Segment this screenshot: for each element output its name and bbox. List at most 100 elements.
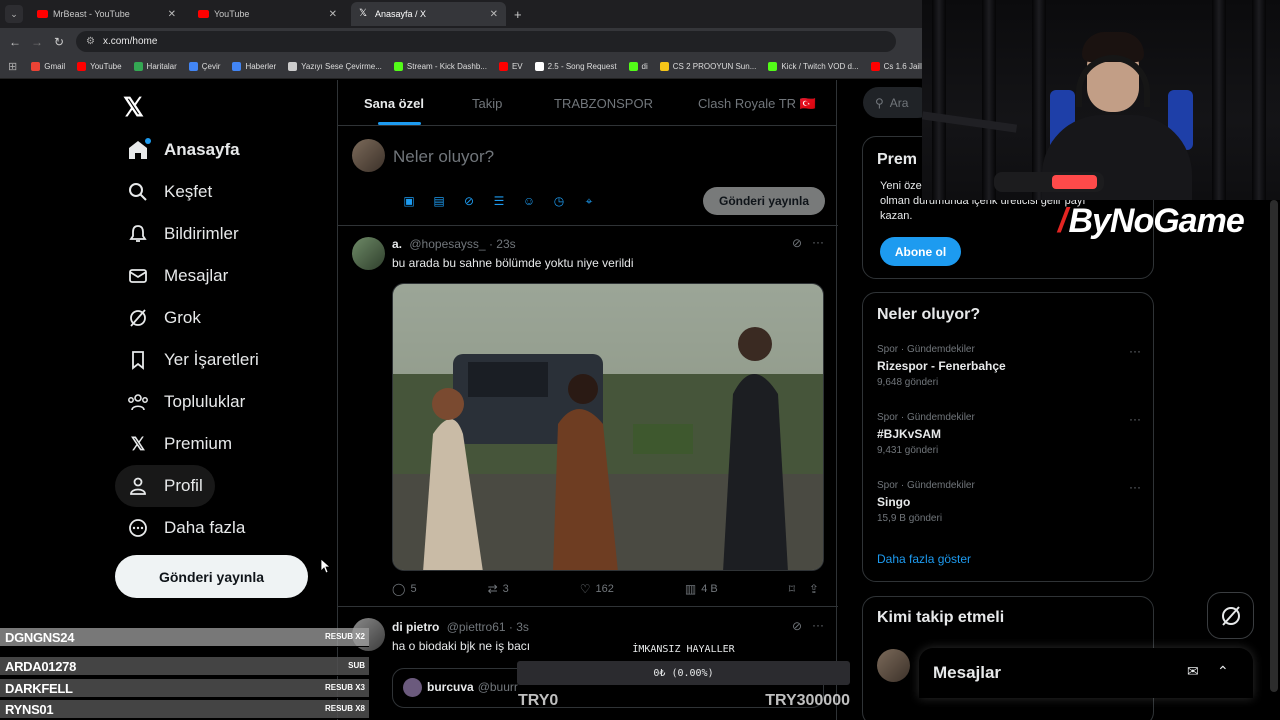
bookmark-item[interactable]: YouTube	[77, 62, 122, 71]
page-scrollbar[interactable]	[1270, 200, 1278, 692]
tweet[interactable]: a. @hopesayss_ · 23s ⊘ ··· bu arada bu s…	[338, 227, 838, 607]
back-icon[interactable]: ←	[4, 35, 26, 49]
bookmark-item[interactable]: Yazıyı Sese Çevirme...	[288, 62, 382, 71]
browser-tab-active[interactable]: 𝕏 Anasayfa / X ✕	[351, 2, 506, 26]
tab-search-button[interactable]: ⌄	[5, 5, 23, 23]
bookmark-label: 2.5 - Song Request	[547, 62, 617, 71]
like-button[interactable]: ♡ 162	[580, 582, 614, 596]
new-message-icon[interactable]: ✉	[1187, 663, 1199, 680]
messages-drawer[interactable]: Mesajlar ✉ ⌃	[919, 648, 1253, 698]
bookmark-favicon-icon	[768, 62, 778, 71]
author-handle[interactable]: @piettro61	[447, 620, 506, 634]
more-options-icon[interactable]: ···	[1129, 480, 1141, 494]
views-button[interactable]: ▥ 4 B	[685, 582, 718, 596]
more-options-icon[interactable]: ···	[812, 235, 824, 249]
trend-meta: Spor · Gündemdekiler	[877, 344, 975, 355]
site-info-icon[interactable]: ⚙	[86, 36, 95, 47]
tweet-image[interactable]	[392, 283, 824, 571]
poll-icon[interactable]: ☰	[484, 194, 514, 209]
gif-icon[interactable]: ▤	[424, 194, 454, 209]
reload-icon[interactable]: ↻	[48, 35, 70, 49]
trend-item[interactable]: Spor · Gündemdekiler #BJKvSAM 9,431 gönd…	[877, 412, 1141, 456]
trend-item[interactable]: Spor · Gündemdekiler Rizespor - Fenerbah…	[877, 344, 1141, 388]
nav-more[interactable]: Daha fazla	[115, 507, 257, 549]
schedule-icon[interactable]: ◷	[544, 194, 574, 209]
nav-bookmarks[interactable]: Yer İşaretleri	[115, 339, 271, 381]
bookmark-item[interactable]: Çevir	[188, 62, 220, 71]
more-options-icon[interactable]: ···	[812, 618, 824, 632]
browser-tab[interactable]: YouTube ✕	[190, 2, 345, 26]
close-icon[interactable]: ✕	[329, 9, 337, 20]
bookmark-label: Yazıyı Sese Çevirme...	[301, 62, 382, 71]
more-options-icon[interactable]: ···	[1129, 412, 1141, 426]
emoji-icon[interactable]: ☺	[514, 194, 544, 209]
messages-drawer-title: Mesajlar	[933, 663, 1002, 682]
subscribe-button[interactable]: Abone ol	[880, 237, 961, 266]
nav-grok[interactable]: Grok	[115, 297, 213, 339]
bookmark-item[interactable]: EV	[498, 62, 523, 71]
avatar[interactable]	[352, 237, 385, 270]
author-handle[interactable]: @hopesayss_	[409, 237, 485, 251]
show-more-link[interactable]: Daha fazla göster	[877, 552, 971, 566]
bookmark-item[interactable]: Stream - Kick Dashb...	[393, 62, 487, 71]
nav-messages[interactable]: Mesajlar	[115, 255, 240, 297]
nav-premium[interactable]: 𝕏 Premium	[115, 423, 244, 465]
bookmark-label: Gmail	[44, 62, 66, 71]
image-icon[interactable]: ▣	[394, 194, 424, 209]
avatar	[403, 678, 422, 697]
grok-floating-button[interactable]	[1207, 592, 1254, 639]
new-tab-button[interactable]: +	[514, 7, 522, 22]
repost-button[interactable]: ⇄ 3	[488, 582, 509, 596]
bookmark-item[interactable]: 2.5 - Song Request	[534, 62, 617, 71]
avatar[interactable]	[877, 649, 910, 682]
subscriber-row: ARDA01278 SUB	[0, 657, 369, 676]
tab-trabzonspor[interactable]: TRABZONSPOR	[554, 96, 653, 111]
compose-input[interactable]: Neler oluyor?	[393, 147, 494, 167]
bookmark-item[interactable]: CS 2 PROOYUN Sun...	[659, 62, 756, 71]
active-tab-indicator	[378, 122, 421, 125]
author-name[interactable]: di pietro	[392, 620, 439, 634]
tweet-header: a. @hopesayss_ · 23s	[392, 237, 516, 251]
apps-icon[interactable]: ⊞	[8, 60, 17, 73]
bookmark-item[interactable]: Gmail	[31, 62, 65, 71]
bookmark-item[interactable]: Kick / Twitch VOD d...	[768, 62, 859, 71]
bookmark-item[interactable]: di	[628, 62, 648, 71]
nav-label: Daha fazla	[164, 518, 246, 537]
grok-icon[interactable]: ⊘	[792, 236, 802, 250]
tweet-time[interactable]: · 23s	[489, 237, 516, 251]
bookmark-icon[interactable]: ⌑	[789, 582, 795, 596]
tab-for-you[interactable]: Sana özel	[364, 96, 424, 111]
bookmark-item[interactable]: Haritalar	[133, 62, 177, 71]
more-options-icon[interactable]: ···	[1129, 344, 1141, 358]
post-composer: Neler oluyor? ▣ ▤ ⊘ ☰ ☺ ◷ ⌖ Gönderi yayı…	[338, 126, 838, 226]
reply-button[interactable]: ◯ 5	[392, 582, 417, 596]
location-icon[interactable]: ⌖	[574, 194, 604, 209]
grok-icon[interactable]: ⊘	[454, 194, 484, 209]
bookmark-item[interactable]: Haberler	[232, 62, 276, 71]
close-icon[interactable]: ✕	[490, 9, 498, 20]
nav-profile[interactable]: Profil	[115, 465, 215, 507]
grok-icon[interactable]: ⊘	[792, 619, 802, 633]
forward-icon[interactable]: →	[26, 35, 48, 49]
close-icon[interactable]: ✕	[168, 9, 176, 20]
author-name[interactable]: a.	[392, 237, 402, 251]
nav-communities[interactable]: Topluluklar	[115, 381, 257, 423]
x-logo-icon[interactable]: 𝕏	[123, 92, 144, 123]
share-icon[interactable]: ⇪	[809, 582, 819, 596]
nav-notifications[interactable]: Bildirimler	[115, 213, 251, 255]
compose-post-button[interactable]: Gönderi yayınla	[703, 187, 825, 215]
tab-clash-royale[interactable]: Clash Royale TR 🇹🇷	[698, 96, 816, 112]
browser-tab[interactable]: MrBeast - YouTube ✕	[29, 2, 184, 26]
post-button[interactable]: Gönderi yayınla	[115, 555, 308, 598]
tab-following[interactable]: Takip	[472, 96, 502, 111]
avatar[interactable]	[352, 139, 385, 172]
bookmark-item[interactable]: Cs 1.6 JailBr	[870, 62, 922, 71]
nav-home[interactable]: Anasayfa	[115, 129, 252, 171]
expand-icon[interactable]: ⌃	[1217, 663, 1229, 680]
url-input[interactable]: ⚙ x.com/home	[76, 31, 896, 52]
tweet-time[interactable]: · 3s	[509, 620, 529, 634]
nav-explore[interactable]: Keşfet	[115, 171, 224, 213]
scene-image	[393, 284, 823, 570]
nav-label: Keşfet	[164, 182, 213, 201]
trend-item[interactable]: Spor · Gündemdekiler Singo 15,9 B gönder…	[877, 480, 1141, 524]
